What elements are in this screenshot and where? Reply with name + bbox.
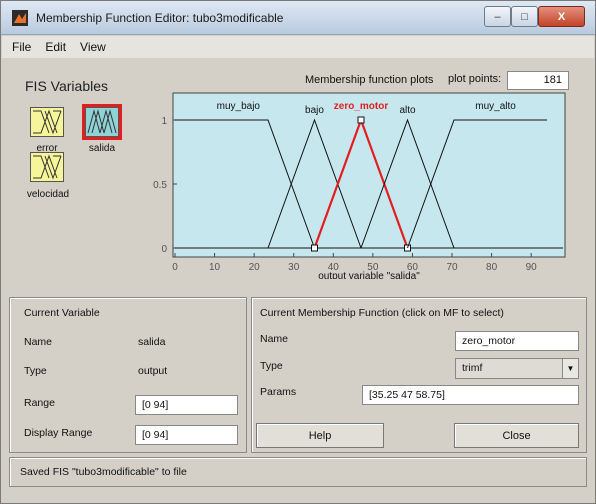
display-range-field[interactable]: [0 94] — [135, 425, 238, 445]
mf-vertex-handle-0[interactable] — [311, 244, 318, 252]
minimize-button[interactable]: – — [484, 6, 511, 27]
y-tick-label-2: 1 — [161, 116, 167, 127]
chevron-down-icon[interactable]: ▼ — [562, 359, 578, 378]
variable-velocidad-label: velocidad — [26, 189, 70, 200]
x-tick-label-7: 70 — [446, 262, 458, 273]
variable-salida-label: salida — [88, 143, 116, 154]
y-tick-label-0: 0 — [161, 244, 167, 255]
current-mf-title: Current Membership Function (click on MF… — [260, 307, 504, 319]
mf-name-label: Name — [260, 333, 289, 345]
mf-type-value: trimf — [462, 362, 483, 374]
mf-label-bajo: bajo — [305, 105, 324, 116]
params-field[interactable]: [35.25 47 58.75] — [362, 385, 579, 405]
variable-velocidad-icon[interactable] — [30, 152, 64, 182]
var-type-label: Type — [24, 365, 47, 377]
mf-label-muy-alto: muy_alto — [475, 101, 516, 112]
x-tick-label-8: 80 — [486, 262, 498, 273]
close-window-button[interactable]: X — [538, 6, 585, 27]
current-variable-panel: Current Variable Name salida Type output… — [9, 297, 247, 453]
x-tick-label-1: 10 — [209, 262, 221, 273]
mf-editor-window: Membership Function Editor: tubo3modific… — [0, 0, 596, 504]
status-bar: Saved FIS "tubo3modificable" to file — [9, 457, 587, 487]
menu-edit[interactable]: Edit — [45, 40, 66, 54]
var-type-value: output — [138, 365, 168, 377]
mf-label-muy-bajo: muy_bajo — [217, 101, 261, 112]
current-mf-panel: Current Membership Function (click on MF… — [251, 297, 587, 453]
x-tick-label-3: 30 — [288, 262, 300, 273]
mf-type-label: Type — [260, 360, 283, 372]
fis-variables-label: FIS Variables — [25, 78, 108, 94]
variable-salida-icon[interactable] — [82, 104, 122, 140]
membership-function-plot[interactable]: 0 10 20 30 40 50 60 70 80 9000.51 muy_bajo bajo zer… — [131, 89, 581, 279]
x-tick-label-9: 90 — [526, 262, 538, 273]
params-label: Params — [260, 386, 297, 398]
menu-view[interactable]: View — [80, 40, 106, 54]
help-button[interactable]: Help — [256, 423, 384, 448]
maximize-button[interactable]: □ — [511, 6, 538, 27]
plot-area — [172, 92, 566, 258]
current-variable-title: Current Variable — [24, 307, 100, 319]
mf-label-zero-motor: zero_motor — [334, 101, 389, 112]
plot-points-label: plot points: — [448, 73, 502, 85]
mf-type-select[interactable]: trimf ▼ — [455, 358, 579, 379]
close-button[interactable]: Close — [454, 423, 579, 448]
mf-label-alto: alto — [399, 105, 416, 116]
status-message: Saved FIS "tubo3modificable" to file — [20, 466, 187, 478]
menu-bar: File Edit View — [2, 36, 594, 58]
mf-name-field[interactable]: zero_motor — [455, 331, 579, 351]
x-tick-label-0: 0 — [172, 262, 178, 273]
range-field[interactable]: [0 94] — [135, 395, 238, 415]
title-bar[interactable]: Membership Function Editor: tubo3modific… — [1, 1, 595, 35]
var-name-value: salida — [138, 336, 166, 348]
menu-file[interactable]: File — [12, 40, 31, 54]
matlab-icon — [12, 10, 28, 26]
mf-plots-label: Membership function plots — [305, 74, 434, 86]
display-range-label: Display Range — [24, 427, 93, 439]
y-tick-label-1: 0.5 — [153, 180, 167, 191]
plot-points-input[interactable]: 181 — [507, 71, 569, 90]
x-tick-label-2: 20 — [249, 262, 261, 273]
window-title: Membership Function Editor: tubo3modific… — [36, 11, 284, 25]
mf-vertex-handle-1[interactable] — [357, 116, 365, 124]
range-label: Range — [24, 397, 55, 409]
x-axis-label: output variable "salida" — [318, 271, 420, 279]
var-name-label: Name — [24, 336, 53, 348]
variable-error-icon[interactable] — [30, 107, 64, 137]
